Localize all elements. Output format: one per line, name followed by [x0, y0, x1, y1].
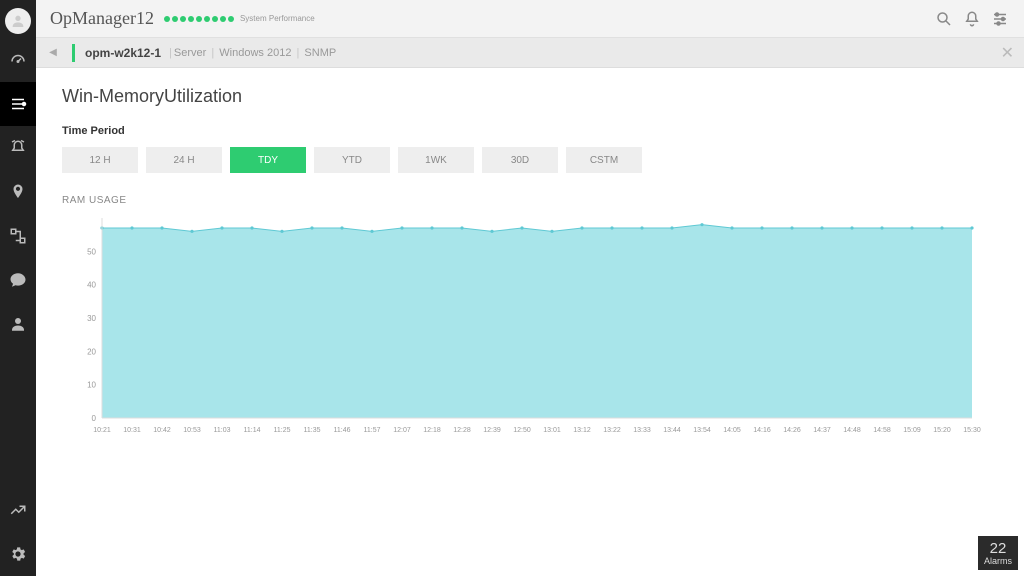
period-30d[interactable]: 30D — [482, 147, 558, 173]
svg-text:13:22: 13:22 — [603, 427, 621, 434]
svg-text:10:42: 10:42 — [153, 427, 171, 434]
time-period-tabs: 12 H 24 H TDY YTD 1WK 30D CSTM — [62, 147, 998, 173]
back-button[interactable]: ◀ — [46, 47, 60, 58]
svg-text:12:18: 12:18 — [423, 427, 441, 434]
svg-text:11:25: 11:25 — [274, 427, 291, 434]
svg-text:10:31: 10:31 — [123, 427, 141, 434]
content: Win-MemoryUtilization Time Period 12 H 24… — [36, 68, 1024, 576]
brand-title: OpManager12 — [50, 8, 154, 29]
chart-title: RAM USAGE — [62, 195, 998, 206]
nav-user[interactable] — [0, 302, 36, 346]
topbar: OpManager12 System Performance — [36, 0, 1024, 38]
svg-text:15:30: 15:30 — [963, 427, 981, 434]
svg-text:13:44: 13:44 — [663, 427, 681, 434]
alarms-widget[interactable]: 22 Alarms — [978, 536, 1018, 570]
breadcrumb: ◀ opm-w2k12-1 | Server | Windows 2012 | … — [36, 38, 1024, 68]
nav-settings[interactable] — [0, 532, 36, 576]
svg-text:14:16: 14:16 — [753, 427, 771, 434]
svg-text:13:33: 13:33 — [633, 427, 651, 434]
svg-text:10:53: 10:53 — [183, 427, 201, 434]
svg-text:11:57: 11:57 — [364, 427, 381, 434]
svg-text:14:58: 14:58 — [873, 427, 891, 434]
svg-text:0: 0 — [92, 414, 97, 423]
nav-maps[interactable] — [0, 170, 36, 214]
close-icon[interactable]: ✕ — [1001, 43, 1014, 63]
svg-text:40: 40 — [87, 281, 96, 290]
period-ytd[interactable]: YTD — [314, 147, 390, 173]
svg-text:14:37: 14:37 — [813, 427, 831, 434]
svg-text:15:20: 15:20 — [933, 427, 951, 434]
nav-alarms[interactable] — [0, 126, 36, 170]
breadcrumb-os: Windows 2012 — [219, 47, 291, 59]
svg-text:15:09: 15:09 — [903, 427, 921, 434]
time-period-label: Time Period — [62, 125, 998, 137]
svg-text:12:50: 12:50 — [513, 427, 531, 434]
sidebar — [0, 0, 36, 576]
svg-text:12:39: 12:39 — [483, 427, 501, 434]
svg-text:12:07: 12:07 — [393, 427, 411, 434]
bell-icon[interactable] — [958, 5, 986, 33]
period-cstm[interactable]: CSTM — [566, 147, 642, 173]
nav-inventory[interactable] — [0, 82, 36, 126]
svg-text:14:05: 14:05 — [723, 427, 741, 434]
svg-text:13:01: 13:01 — [543, 427, 561, 434]
svg-text:10:21: 10:21 — [93, 427, 111, 434]
alarms-label: Alarms — [984, 556, 1012, 566]
search-icon[interactable] — [930, 5, 958, 33]
svg-text:13:12: 13:12 — [573, 427, 591, 434]
performance-dots — [164, 16, 234, 22]
svg-text:20: 20 — [87, 347, 96, 356]
accent-bar — [72, 44, 75, 62]
period-24h[interactable]: 24 H — [146, 147, 222, 173]
nav-chat[interactable] — [0, 258, 36, 302]
svg-text:14:48: 14:48 — [843, 427, 861, 434]
breadcrumb-protocol: SNMP — [304, 47, 336, 59]
performance-label: System Performance — [240, 14, 315, 23]
svg-text:50: 50 — [87, 247, 96, 256]
svg-text:11:46: 11:46 — [334, 427, 351, 434]
svg-text:11:03: 11:03 — [214, 427, 231, 434]
chart: 0 10 20 30 40 50 10:21 10:31 10:42 10:53 11:03 11:1… — [72, 212, 998, 442]
chart-svg: 0 10 20 30 40 50 10:21 10:31 10:42 10:53 11:03 11:1… — [72, 212, 982, 442]
svg-text:13:54: 13:54 — [693, 427, 711, 434]
breadcrumb-host[interactable]: opm-w2k12-1 — [85, 46, 161, 60]
nav-workflow[interactable] — [0, 214, 36, 258]
user-avatar[interactable] — [5, 8, 31, 34]
period-12h[interactable]: 12 H — [62, 147, 138, 173]
svg-text:11:14: 11:14 — [244, 427, 261, 434]
svg-text:11:35: 11:35 — [304, 427, 321, 434]
page-title: Win-MemoryUtilization — [62, 86, 998, 107]
alarms-count: 22 — [990, 541, 1007, 556]
nav-dashboard[interactable] — [0, 38, 36, 82]
svg-text:14:26: 14:26 — [783, 427, 801, 434]
nav-reports[interactable] — [0, 488, 36, 532]
svg-text:10: 10 — [87, 381, 96, 390]
svg-text:30: 30 — [87, 314, 96, 323]
sliders-icon[interactable] — [986, 5, 1014, 33]
period-tdy[interactable]: TDY — [230, 147, 306, 173]
breadcrumb-type: Server — [174, 47, 206, 59]
main-column: OpManager12 System Performance ◀ opm-w2k… — [36, 0, 1024, 576]
svg-text:12:28: 12:28 — [453, 427, 471, 434]
period-1wk[interactable]: 1WK — [398, 147, 474, 173]
